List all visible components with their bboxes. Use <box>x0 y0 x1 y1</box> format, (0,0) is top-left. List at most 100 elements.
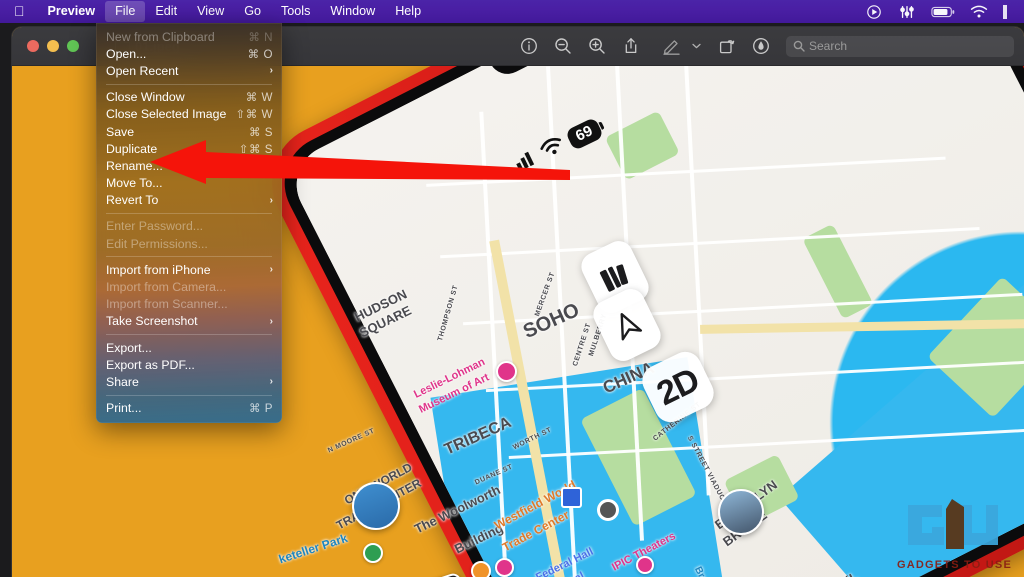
traffic-lights <box>12 40 79 52</box>
apple-icon[interactable]:  <box>0 4 38 18</box>
menu-item-shortcut: ⇧⌘ W <box>235 108 273 122</box>
menu-item-label: Export... <box>106 340 152 355</box>
menu-item-close-window[interactable]: Close Window ⌘ W <box>96 89 282 106</box>
menu-separator <box>106 334 272 335</box>
markup-button[interactable] <box>654 33 688 59</box>
file-menu-dropdown[interactable]: New from Clipboard ⌘ N Open... ⌘ O Open Rece… <box>96 23 282 423</box>
menu-item-label: Open... <box>106 46 147 61</box>
poi-ipic-pin <box>636 556 654 574</box>
menubar-item-go[interactable]: Go <box>234 1 271 22</box>
map-label: N MOORE ST <box>327 427 376 455</box>
submenu-chevron-right-icon: › <box>269 264 273 276</box>
menu-item-label: Export as PDF... <box>106 357 195 372</box>
zoom-in-button[interactable] <box>580 33 614 59</box>
menu-item-import-from-camera: Import from Camera... <box>96 278 282 295</box>
street <box>426 156 946 187</box>
gu-logo-icon <box>907 499 998 549</box>
poi-park-pin <box>363 543 383 563</box>
poi-one-world-trade-center <box>352 482 400 530</box>
menubar-item-preview[interactable]: Preview <box>38 1 106 22</box>
rotate-button[interactable] <box>710 33 744 59</box>
menu-item-open-recent[interactable]: Open Recent › <box>96 62 282 79</box>
street <box>440 227 980 259</box>
wifi-icon[interactable] <box>970 4 988 20</box>
menubar-item-view[interactable]: View <box>187 1 234 22</box>
menubar-item-edit[interactable]: Edit <box>145 1 187 22</box>
menu-separator <box>106 394 272 396</box>
airplay-sliders-icon[interactable] <box>898 4 916 20</box>
zoom-out-button[interactable] <box>546 33 580 59</box>
menu-item-take-screenshot[interactable]: Take Screenshot › <box>96 313 282 330</box>
zoom-button[interactable] <box>67 40 79 52</box>
menubar-item-window[interactable]: Window <box>320 1 385 22</box>
search-field[interactable]: Search <box>786 35 1014 57</box>
phone-signal-icon <box>510 151 536 176</box>
menu-item-move-to[interactable]: Move To... <box>96 175 282 192</box>
battery-icon[interactable] <box>931 4 955 20</box>
menu-item-label: Take Screenshot <box>106 314 198 329</box>
menu-item-share[interactable]: Share › <box>96 373 282 390</box>
watermark: GADGETS TO USE <box>897 497 1012 571</box>
macos-menubar:  PreviewFileEditViewGoToolsWindowHelp <box>0 0 1024 23</box>
poi-museum-pin <box>496 361 517 382</box>
menu-item-label: Open Recent <box>106 63 179 78</box>
menu-item-shortcut: ⌘ W <box>245 91 273 105</box>
info-button[interactable] <box>512 33 546 59</box>
poi-parking-pin <box>561 487 582 508</box>
toolbar: Search <box>512 33 1024 59</box>
menu-item-open[interactable]: Open... ⌘ O <box>96 45 282 62</box>
menu-item-edit-permissions: Edit Permissions... <box>96 235 282 252</box>
menu-item-label: Close Selected Image <box>106 107 227 122</box>
annotate-button[interactable] <box>744 33 778 59</box>
phone-wifi-icon <box>540 138 564 161</box>
poi-woolworth-pin <box>597 499 619 521</box>
menu-item-print[interactable]: Print... ⌘ P <box>96 400 282 417</box>
menu-item-revert-to[interactable]: Revert To › <box>96 192 282 209</box>
menu-item-new-from-clipboard: New from Clipboard ⌘ N <box>96 28 282 45</box>
menu-item-shortcut: ⇧⌘ S <box>238 142 273 156</box>
menu-item-enter-password: Enter Password... <box>96 218 282 235</box>
park-area <box>604 110 680 181</box>
menubar-item-file[interactable]: File <box>105 1 146 22</box>
poi-shopping-pin <box>471 561 491 577</box>
menu-item-rename[interactable]: Rename... <box>96 157 282 174</box>
menu-separator <box>106 83 272 85</box>
menu-separator <box>106 212 272 214</box>
control-center-icon[interactable] <box>1003 4 1012 20</box>
menu-item-label: Import from Camera... <box>106 280 227 295</box>
menu-item-label: Print... <box>106 401 142 416</box>
menubar-item-help[interactable]: Help <box>385 1 431 22</box>
menubar-item-tools[interactable]: Tools <box>271 1 320 22</box>
menu-item-import-from-scanner: Import from Scanner... <box>96 296 282 313</box>
markup-dropdown-button[interactable] <box>688 33 704 59</box>
menubar-items: Preview File Edit View Go Tools Window Help <box>38 1 432 22</box>
menu-item-shortcut: ⌘ P <box>248 402 273 416</box>
menu-item-label: Save <box>106 124 135 139</box>
menu-item-export[interactable]: Export... <box>96 339 282 356</box>
menu-item-shortcut: ⌘ S <box>248 125 273 139</box>
menubar-status-icons <box>865 4 1024 20</box>
menu-item-import-from-iphone[interactable]: Import from iPhone › <box>96 261 282 278</box>
menu-item-duplicate[interactable]: Duplicate ⇧⌘ S <box>96 140 282 157</box>
menu-item-shortcut: ⌘ O <box>247 47 273 61</box>
menu-item-close-selected-image[interactable]: Close Selected Image ⇧⌘ W <box>96 106 282 123</box>
menu-item-label: Move To... <box>106 176 163 191</box>
menu-item-export-as-pdf[interactable]: Export as PDF... <box>96 356 282 373</box>
poi-theater-pin <box>495 558 514 577</box>
screen-record-icon[interactable] <box>865 4 883 20</box>
map-label: keteller Park <box>277 530 350 567</box>
submenu-chevron-right-icon: › <box>269 315 273 327</box>
menu-item-save[interactable]: Save ⌘ S <box>96 123 282 140</box>
menu-item-label: Revert To <box>106 193 159 208</box>
search-placeholder: Search <box>809 39 848 53</box>
submenu-chevron-right-icon: › <box>269 194 273 206</box>
watermark-text: GADGETS TO USE <box>897 559 1012 571</box>
highway-shield-9a: 9A <box>420 571 468 577</box>
menu-item-label: Enter Password... <box>106 219 204 234</box>
submenu-chevron-right-icon: › <box>269 65 273 77</box>
minimize-button[interactable] <box>47 40 59 52</box>
search-icon <box>793 40 805 52</box>
menu-item-label: Share <box>106 374 139 389</box>
share-button[interactable] <box>614 33 648 59</box>
close-button[interactable] <box>27 40 39 52</box>
